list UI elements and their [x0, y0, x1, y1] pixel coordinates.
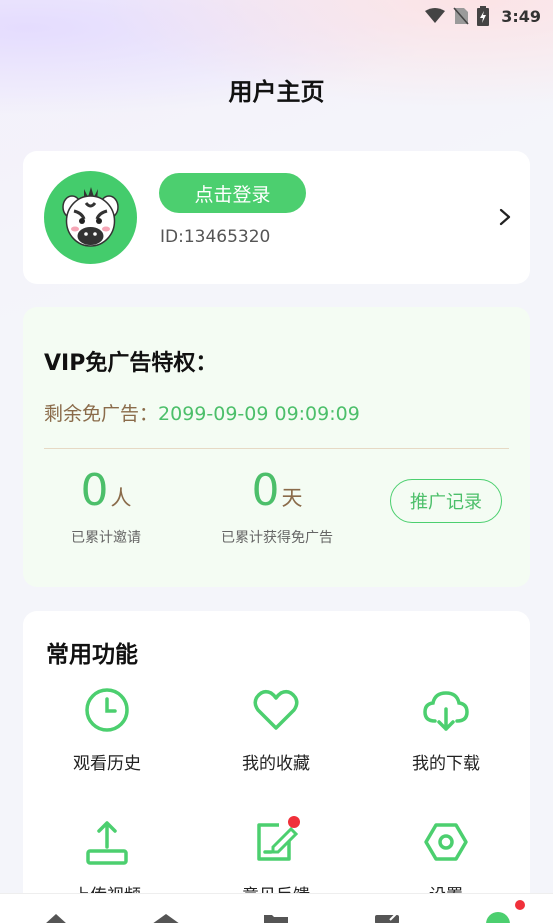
profile-nav-badge	[515, 900, 525, 910]
wifi-icon	[425, 8, 446, 23]
vip-remain-label: 剩余免广告：	[44, 403, 159, 425]
heart-icon	[253, 689, 299, 730]
profile-nav-icon[interactable]	[484, 908, 512, 923]
ad-free-days-stat: 0天 已累计获得免广告	[202, 465, 352, 547]
divider	[44, 448, 509, 449]
category-nav-icon[interactable]	[150, 912, 182, 923]
watch-history-label: 观看历史	[73, 754, 141, 774]
invited-count: 0	[80, 465, 109, 516]
vip-title: VIP免广告特权：	[44, 351, 218, 376]
status-bar: 3:49	[0, 0, 553, 32]
home-nav-icon[interactable]	[43, 912, 69, 923]
invited-unit: 人	[110, 486, 132, 510]
status-time: 3:49	[501, 6, 541, 26]
functions-title: 常用功能	[46, 642, 138, 668]
ad-free-days-label: 已累计获得免广告	[221, 530, 333, 546]
notification-dot	[288, 816, 300, 828]
zebra-avatar-icon	[62, 187, 119, 247]
downloads-item[interactable]: 我的下载	[381, 685, 511, 774]
login-button[interactable]: 点击登录	[159, 173, 306, 213]
ad-free-days-unit: 天	[281, 486, 303, 510]
favorites-item[interactable]: 我的收藏	[211, 685, 341, 774]
vip-remain-row: 剩余免广告：2099-09-09 09:09:09	[44, 399, 360, 426]
profile-card[interactable]: 点击登录 ID:13465320	[23, 151, 530, 284]
common-functions-card: 常用功能 观看历史 我的收藏 我的下载	[23, 611, 530, 923]
user-id: ID:13465320	[160, 227, 271, 247]
cloud-download-icon	[423, 691, 469, 731]
edit-nav-icon[interactable]	[374, 912, 400, 923]
invited-stat: 0人 已累计邀请	[31, 465, 181, 547]
settings-hexagon-icon	[424, 823, 468, 861]
vip-remain-value: 2099-09-09 09:09:09	[158, 403, 360, 425]
promotion-records-button[interactable]: 推广记录	[390, 479, 502, 523]
downloads-label: 我的下载	[412, 754, 480, 774]
watch-history-item[interactable]: 观看历史	[42, 685, 172, 774]
ad-free-days-count: 0	[251, 465, 280, 516]
page-title: 用户主页	[228, 78, 325, 106]
vip-card: VIP免广告特权： 剩余免广告：2099-09-09 09:09:09 0人 已…	[23, 307, 530, 587]
invited-label: 已累计邀请	[71, 530, 141, 546]
folder-nav-icon[interactable]	[263, 912, 289, 923]
chevron-right-icon[interactable]	[498, 207, 512, 227]
clock-icon	[85, 688, 129, 732]
no-sim-icon	[453, 7, 469, 25]
bottom-nav	[0, 893, 553, 923]
upload-icon	[86, 821, 128, 865]
avatar[interactable]	[44, 171, 137, 264]
favorites-label: 我的收藏	[242, 754, 310, 774]
battery-charging-icon	[477, 6, 490, 26]
